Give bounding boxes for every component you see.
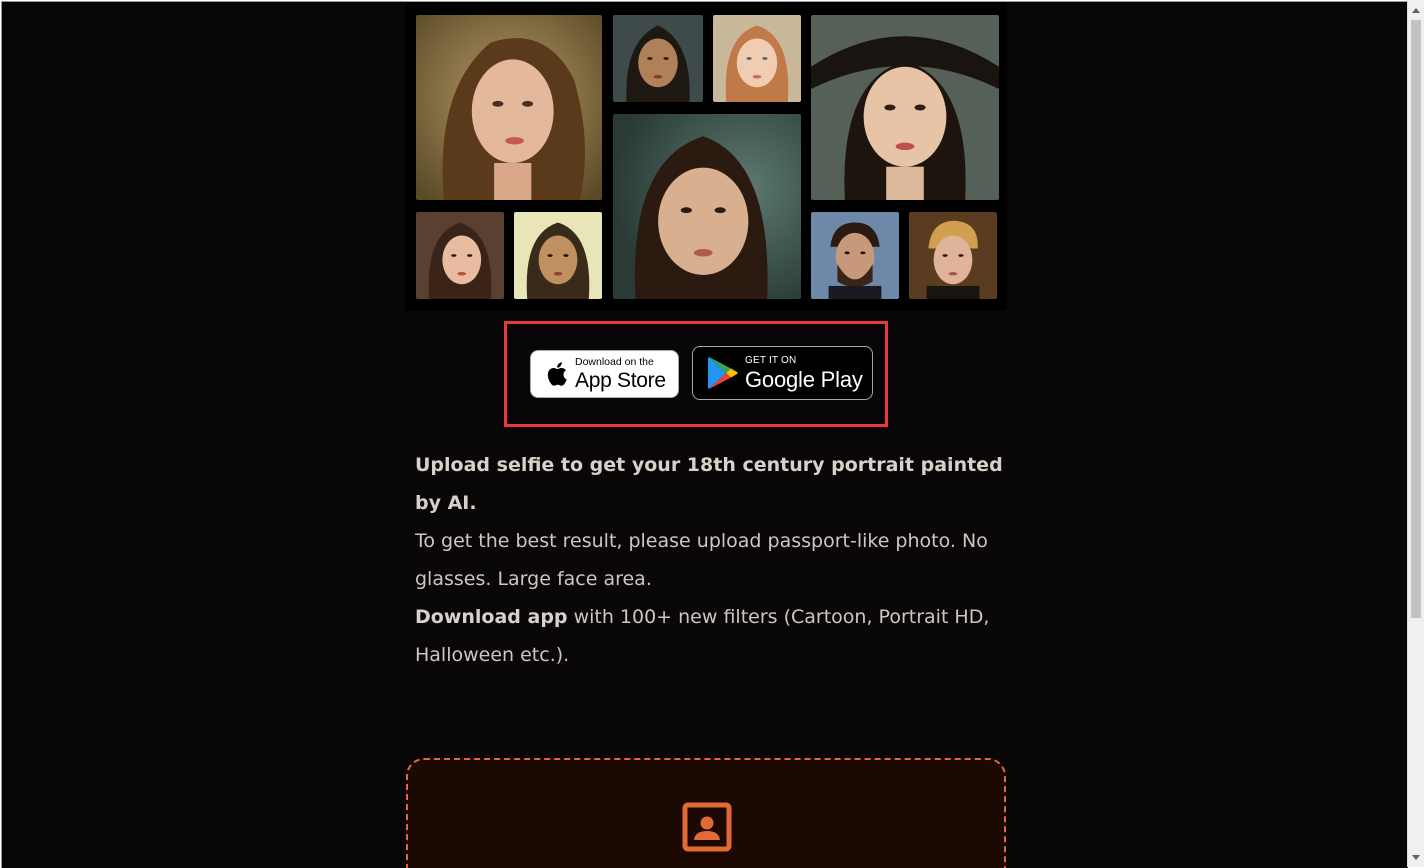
upload-dropzone[interactable]	[406, 758, 1006, 868]
portrait-image	[613, 114, 801, 299]
portrait-image	[613, 15, 703, 102]
tip-text: To get the best result, please upload pa…	[415, 530, 988, 590]
apple-logo-icon	[537, 360, 575, 388]
download-app-link: Download app	[415, 606, 568, 628]
download-promo: Download app with 100+ new filters (Cart…	[415, 598, 1005, 674]
vertical-scrollbar[interactable]	[1407, 0, 1424, 867]
scroll-up-arrow-icon[interactable]	[1408, 2, 1424, 18]
app-store-button[interactable]: Download on the App Store	[530, 350, 679, 398]
portrait-image	[909, 212, 997, 299]
portrait-image	[416, 15, 602, 200]
store-badges-highlight: Download on the App Store GET IT ON Goog…	[504, 321, 888, 427]
google-play-button[interactable]: GET IT ON Google Play	[692, 346, 873, 400]
app-store-small-text: Download on the	[575, 356, 654, 369]
portrait-image	[811, 15, 999, 200]
portrait-image	[416, 212, 504, 299]
portrait-image	[514, 212, 602, 299]
page-viewport: Download on the App Store GET IT ON Goog…	[1, 1, 1408, 868]
headline: Upload selfie to get your 18th century p…	[415, 454, 1003, 514]
portrait-image	[811, 212, 899, 299]
google-play-small-text: GET IT ON	[745, 354, 797, 366]
google-play-logo-icon	[701, 356, 745, 390]
portrait-image	[713, 15, 801, 102]
description: Upload selfie to get your 18th century p…	[415, 446, 1005, 674]
google-play-big-text: Google Play	[745, 366, 863, 392]
portrait-collage	[405, 2, 1007, 311]
scroll-down-arrow-icon[interactable]	[1408, 849, 1424, 865]
app-store-big-text: App Store	[575, 368, 666, 392]
portrait-upload-icon	[682, 802, 732, 852]
scrollbar-thumb[interactable]	[1411, 20, 1421, 618]
